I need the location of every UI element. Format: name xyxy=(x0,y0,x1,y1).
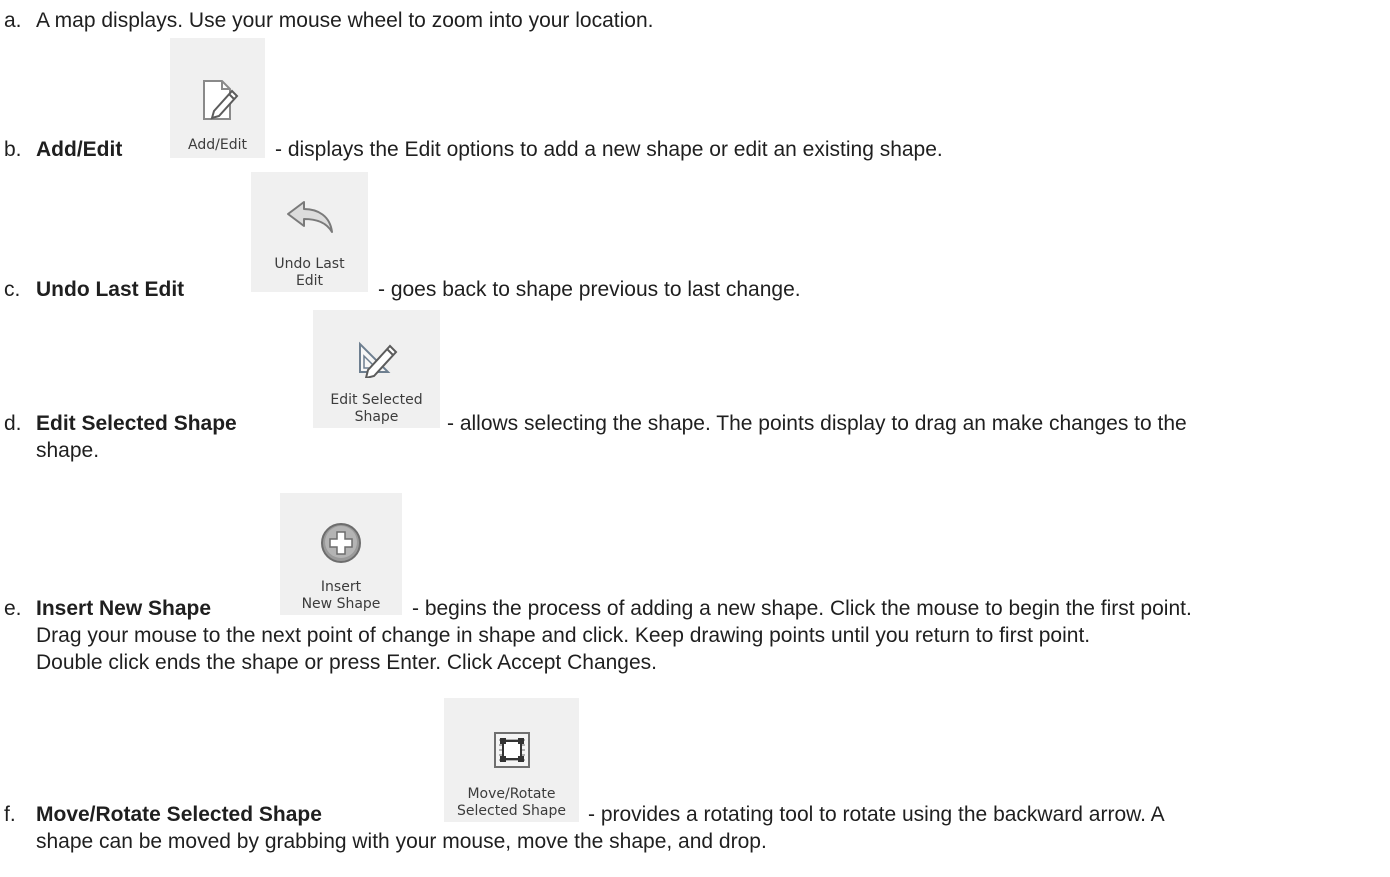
list-marker: d. xyxy=(4,412,22,435)
item-desc: - begins the process of adding a new sha… xyxy=(412,597,1192,620)
button-label-line-1: Edit Selected xyxy=(330,392,423,408)
item-title: Undo Last Edit xyxy=(36,278,185,301)
item-title: Add/Edit xyxy=(36,138,123,161)
button-label-line-2: Edit xyxy=(295,273,324,289)
move-rotate-selected-shape-button[interactable]: Move/Rotate Selected Shape xyxy=(444,698,579,822)
item-desc: - allows selecting the shape. The points… xyxy=(447,412,1187,435)
list-marker: e. xyxy=(4,597,22,620)
list-marker: b. xyxy=(4,138,22,161)
button-label: Add/Edit xyxy=(188,137,247,153)
button-label-line-2: New Shape xyxy=(301,596,381,612)
edit-selected-shape-button[interactable]: Edit Selected Shape xyxy=(313,310,440,428)
triangle-pencil-icon xyxy=(354,338,400,378)
item-text: A map displays. Use your mouse wheel to … xyxy=(36,9,654,32)
select-frame-icon xyxy=(492,730,532,770)
button-label-line-1: Move/Rotate xyxy=(467,786,556,802)
list-marker: a. xyxy=(4,9,22,32)
list-marker: f. xyxy=(4,803,16,826)
item-desc: - displays the Edit options to add a new… xyxy=(275,138,943,161)
item-title: Edit Selected Shape xyxy=(36,412,237,435)
insert-new-shape-button[interactable]: Insert New Shape xyxy=(280,493,402,615)
button-label-line-1: Insert xyxy=(320,579,362,595)
plus-circle-icon xyxy=(319,521,363,565)
button-label-line-1: Undo Last xyxy=(274,256,345,272)
button-label-line-2: Selected Shape xyxy=(457,803,566,819)
undo-arrow-icon xyxy=(284,200,336,234)
item-desc: - provides a rotating tool to rotate usi… xyxy=(588,803,1165,826)
item-desc: - goes back to shape previous to last ch… xyxy=(378,278,801,301)
button-label-line-2: Shape xyxy=(354,409,399,425)
item-desc-continued: Double click ends the shape or press Ent… xyxy=(36,651,657,674)
list-marker: c. xyxy=(4,278,21,301)
item-title: Insert New Shape xyxy=(36,597,212,620)
item-desc-continued: shape can be moved by grabbing with your… xyxy=(36,830,767,853)
undo-last-edit-button[interactable]: Undo Last Edit xyxy=(251,172,368,292)
item-title: Move/Rotate Selected Shape xyxy=(36,803,322,826)
item-desc-continued: Drag your mouse to the next point of cha… xyxy=(36,624,1091,647)
item-desc-continued: shape. xyxy=(36,439,100,462)
page-pencil-icon xyxy=(196,77,240,123)
add-edit-button[interactable]: Add/Edit xyxy=(170,38,265,158)
